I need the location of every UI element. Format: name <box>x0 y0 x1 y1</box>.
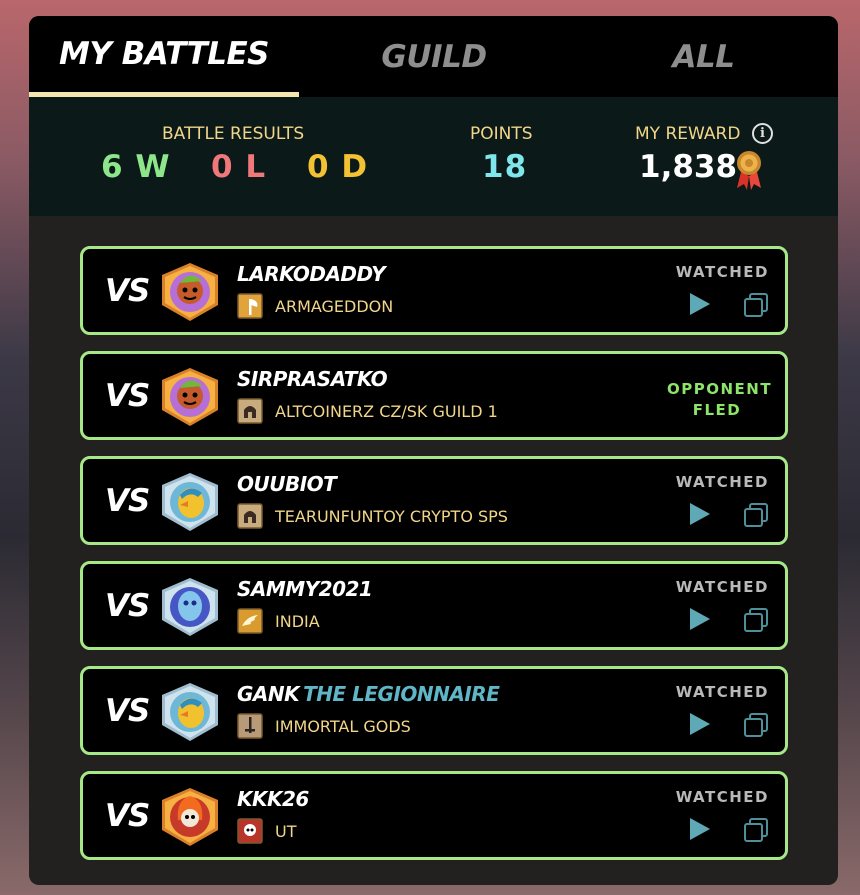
play-icon[interactable] <box>686 711 712 737</box>
guild-name[interactable]: INDIA <box>275 612 320 631</box>
guild-name[interactable]: UT <box>275 822 296 841</box>
battle-card[interactable]: VS LARKODADDY ARMAGEDDON WATCHED <box>80 246 788 335</box>
status-line: OPPONENT <box>667 380 773 398</box>
copy-icon[interactable] <box>743 502 769 528</box>
battle-status: WATCHED <box>675 578 769 596</box>
fire-skull-avatar <box>158 786 222 848</box>
losses-count: 0 L <box>211 149 267 185</box>
play-icon[interactable] <box>686 291 712 317</box>
skull-icon <box>237 818 263 844</box>
battle-card[interactable]: VS SIRPRASATKO ALTCOINERZ CZ/SK GUILD 1 OPP… <box>80 351 788 440</box>
battle-status: WATCHED <box>675 263 769 281</box>
guild-name[interactable]: IMMORTAL GODS <box>275 717 411 736</box>
points-value: 18 <box>482 149 528 185</box>
reward-value: 1,838 <box>639 149 738 185</box>
medal-icon <box>737 151 761 190</box>
battle-summary: BATTLE RESULTS 6 W 0 L 0 D POINTS 18 MY … <box>29 97 838 216</box>
vs-label: VS <box>105 693 150 729</box>
reward-label: MY REWARD <box>635 124 741 144</box>
info-icon[interactable]: i <box>752 123 773 144</box>
vs-label: VS <box>105 588 150 624</box>
points-label: POINTS <box>470 124 533 144</box>
tab-my-battles[interactable]: MY BATTLES <box>29 16 299 97</box>
battle-card[interactable]: VS OUUBIOT TEARUNFUNTOY CRYPTO SPS WATCHED <box>80 456 788 545</box>
play-icon[interactable] <box>686 606 712 632</box>
vs-label: VS <box>105 798 150 834</box>
battle-status: WATCHED <box>675 473 769 491</box>
player-name-text: GANK <box>237 682 300 706</box>
copy-icon[interactable] <box>743 292 769 318</box>
player-name-text: KKK26 <box>237 787 309 811</box>
player-name[interactable]: OUUBIOT <box>237 472 337 496</box>
player-name[interactable]: GANK THE LEGIONNAIRE <box>237 682 500 706</box>
play-icon[interactable] <box>686 816 712 842</box>
bird-avatar <box>158 681 222 743</box>
tab-guild[interactable]: GUILD <box>299 16 569 97</box>
draws-count: 0 D <box>307 149 369 185</box>
helmet-icon <box>237 503 263 529</box>
player-name[interactable]: SIRPRASATKO <box>237 367 388 391</box>
player-name-text: OUUBIOT <box>237 472 337 496</box>
player-name-text: SIRPRASATKO <box>237 367 388 391</box>
guild-name[interactable]: TEARUNFUNTOY CRYPTO SPS <box>275 507 508 526</box>
axe-icon <box>237 293 263 319</box>
battle-status: OPPONENT FLED <box>667 379 773 421</box>
green-goblin-avatar <box>158 261 222 323</box>
battle-card[interactable]: VS SAMMY2021 INDIA WATCHED <box>80 561 788 650</box>
vs-label: VS <box>105 483 150 519</box>
wins-count: 6 W <box>101 149 171 185</box>
battle-status: WATCHED <box>675 683 769 701</box>
player-name-text: SAMMY2021 <box>237 577 373 601</box>
player-name[interactable]: LARKODADDY <box>237 262 386 286</box>
guild-name[interactable]: ALTCOINERZ CZ/SK GUILD 1 <box>275 402 498 421</box>
green-goblin-avatar <box>158 366 222 428</box>
battles-panel: MY BATTLES GUILD ALL BATTLE RESULTS 6 W … <box>29 16 838 885</box>
battle-status: WATCHED <box>675 788 769 806</box>
tab-all[interactable]: ALL <box>569 16 838 97</box>
vs-label: VS <box>105 273 150 309</box>
battle-card[interactable]: VS GANK THE LEGIONNAIRE IMMORTAL GODS WATCHE… <box>80 666 788 755</box>
wing-icon <box>237 608 263 634</box>
copy-icon[interactable] <box>743 817 769 843</box>
player-name[interactable]: KKK26 <box>237 787 309 811</box>
sword-icon <box>237 713 263 739</box>
battle-results-label: BATTLE RESULTS <box>162 124 305 144</box>
copy-icon[interactable] <box>743 607 769 633</box>
status-line: FLED <box>692 401 742 419</box>
bird-avatar <box>158 471 222 533</box>
copy-icon[interactable] <box>743 712 769 738</box>
ghost-avatar <box>158 576 222 638</box>
guild-name[interactable]: ARMAGEDDON <box>275 297 393 316</box>
player-name[interactable]: SAMMY2021 <box>237 577 373 601</box>
vs-label: VS <box>105 378 150 414</box>
player-name-text: LARKODADDY <box>237 262 386 286</box>
helmet-icon <box>237 398 263 424</box>
battle-card[interactable]: VS KKK26 UT WATCHED <box>80 771 788 860</box>
play-icon[interactable] <box>686 501 712 527</box>
tab-bar: MY BATTLES GUILD ALL <box>29 16 838 97</box>
player-title: THE LEGIONNAIRE <box>303 682 500 706</box>
